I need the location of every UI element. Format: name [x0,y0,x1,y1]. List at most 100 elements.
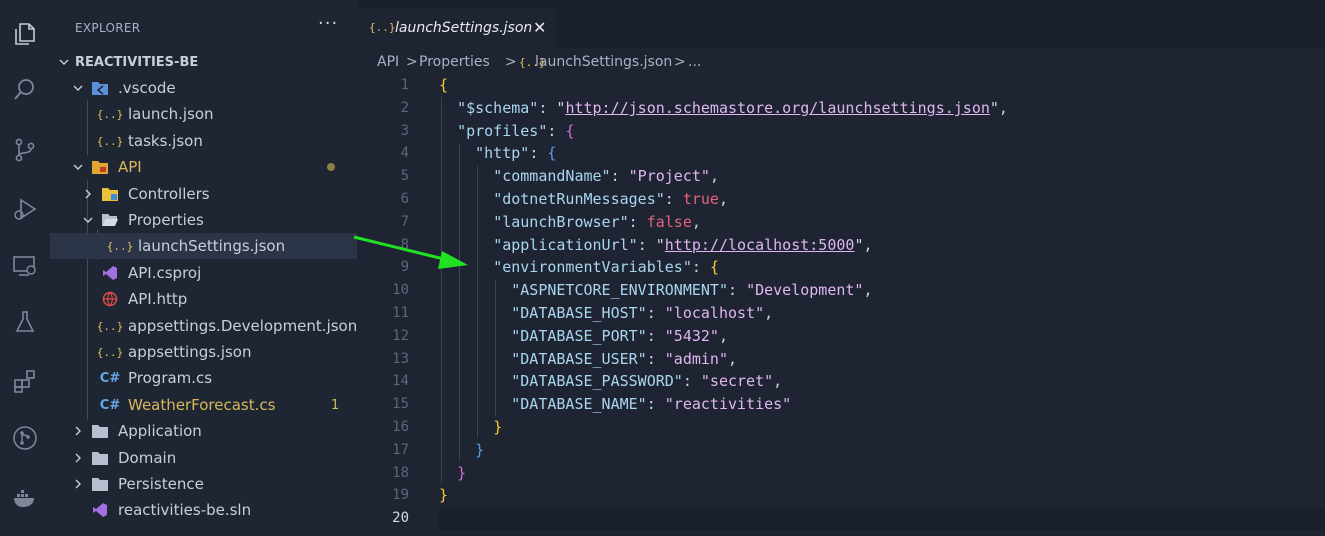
csharp-file-icon: C# [99,397,121,413]
json-file-icon: {..} [96,107,124,121]
breadcrumb: API > Properties > {..} launchSettings.j… [357,50,1325,74]
current-line-highlight [439,507,1325,530]
chevron-right-icon [71,477,85,491]
breadcrumb-item-api[interactable]: API [377,54,399,70]
tree-file-weatherforecast-cs[interactable]: C# WeatherForecast.cs 1 [50,392,357,418]
code-editor[interactable]: 1 2 3 4 5 6 7 8 9 10 11 12 13 14 15 16 1… [357,74,1325,536]
tree-file-program-cs[interactable]: C# Program.cs [50,365,357,391]
breadcrumb-item-symbols[interactable]: ... [688,54,701,70]
tree-folder-application[interactable]: Application [50,418,357,444]
code-line-14: "DATABASE_PASSWORD": "secret", [511,372,783,390]
line-number: 10 [392,282,409,298]
explorer-icon[interactable] [0,10,50,58]
code-line-8: "applicationUrl": "http://localhost:5000… [493,236,873,254]
extensions-icon[interactable] [0,357,50,405]
line-number: 7 [400,214,409,230]
controllers-folder-icon [101,185,119,203]
code-line-2: "$schema": "http://json.schemastore.org/… [457,99,1008,117]
modified-dot-icon [327,163,335,171]
line-number: 2 [400,100,409,116]
source-control-icon[interactable] [0,126,50,174]
line-number: 15 [392,396,409,412]
breadcrumb-separator: > [406,54,418,70]
testing-icon[interactable] [0,298,50,346]
json-file-icon: {..} [106,239,134,253]
code-line-18: } [457,464,467,482]
search-icon[interactable] [0,66,50,114]
chevron-right-icon [71,424,85,438]
tree-folder-controllers[interactable]: Controllers [50,181,357,207]
tree-file-api-http[interactable]: API.http [50,286,357,312]
code-line-4: "http": { [475,144,557,162]
tree-file-api-csproj[interactable]: API.csproj [50,260,357,286]
tree-file-appsettings-development-json[interactable]: {..} appsettings.Development.json [50,313,357,339]
line-number-active: 20 [392,510,409,526]
chevron-down-icon [81,213,95,227]
tree-file-launchsettings-json[interactable]: {..} launchSettings.json [50,233,357,259]
code-line-7: "launchBrowser": false, [493,213,701,231]
chevron-right-icon [71,451,85,465]
sidebar-title: EXPLORER [75,21,141,35]
json-file-icon: {..} [96,319,124,333]
docker-icon[interactable] [0,474,50,522]
code-line-15: "DATABASE_NAME": "reactivities" [511,395,792,413]
api-folder-icon [91,158,109,176]
code-line-19: } [439,486,449,504]
line-number: 12 [392,328,409,344]
tab-label: launchSettings.json [395,19,533,36]
breadcrumb-item-properties[interactable]: Properties [419,54,490,70]
line-number: 17 [392,442,409,458]
code-line-5: "commandName": "Project", [493,167,719,185]
folder-icon [91,422,109,440]
tree-folder-persistence[interactable]: Persistence [50,471,357,497]
csharp-file-icon: C# [99,370,121,386]
tree-folder-properties[interactable]: Properties [50,207,357,233]
line-number: 14 [392,373,409,389]
visual-studio-icon [101,264,119,282]
code-line-9: "environmentVariables": { [493,258,719,276]
close-icon[interactable]: ✕ [533,18,546,37]
vscode-folder-icon [91,79,109,97]
json-file-icon: {..} [369,21,396,34]
line-number: 4 [400,145,409,161]
chevron-down-icon [71,81,85,95]
code-line-12: "DATABASE_PORT": "5432", [511,327,728,345]
editor-area: {..} launchSettings.json ✕ API > Propert… [357,0,1325,536]
code-line-11: "DATABASE_HOST": "localhost", [511,304,774,322]
git-graph-icon[interactable] [0,414,50,462]
explorer-sidebar: EXPLORER ··· REACTIVITIES-BE .vscode {..… [50,0,357,536]
tree-folder-vscode[interactable]: .vscode [50,75,357,101]
line-number: 18 [392,465,409,481]
project-name: REACTIVITIES-BE [75,54,199,70]
code-line-1: { [439,76,449,94]
code-line-3: "profiles": { [457,122,575,140]
breadcrumb-item-file[interactable]: launchSettings.json [535,54,672,70]
line-number: 13 [392,351,409,367]
tab-launchsettings-json[interactable]: {..} launchSettings.json ✕ [357,7,557,48]
project-header[interactable]: REACTIVITIES-BE [50,49,357,75]
folder-icon [91,475,109,493]
tree-file-appsettings-json[interactable]: {..} appsettings.json [50,339,357,365]
line-number: 3 [400,123,409,139]
tree-folder-api[interactable]: API [50,154,357,180]
more-actions-icon[interactable]: ··· [318,13,338,34]
tree-file-launch-json[interactable]: {..} launch.json [50,101,357,127]
code-line-17: } [475,441,485,459]
line-number: 19 [392,487,409,503]
code-line-10: "ASPNETCORE_ENVIRONMENT": "Development", [511,281,873,299]
breadcrumb-separator: > [505,54,517,70]
line-number: 16 [392,419,409,435]
run-debug-icon[interactable] [0,185,50,233]
tree-file-tasks-json[interactable]: {..} tasks.json [50,128,357,154]
tree-folder-domain[interactable]: Domain [50,445,357,471]
code-line-6: "dotnetRunMessages": true, [493,190,728,208]
chevron-down-icon [71,160,85,174]
chevron-right-icon [81,187,95,201]
tree-file-reactivities-sln[interactable]: reactivities-be.sln [50,497,357,523]
remote-explorer-icon[interactable] [0,242,50,290]
line-number: 11 [392,305,409,321]
tab-bar: {..} launchSettings.json ✕ [357,0,1325,48]
activity-bar [0,0,50,536]
line-number: 6 [400,191,409,207]
json-file-icon: {..} [96,345,124,359]
